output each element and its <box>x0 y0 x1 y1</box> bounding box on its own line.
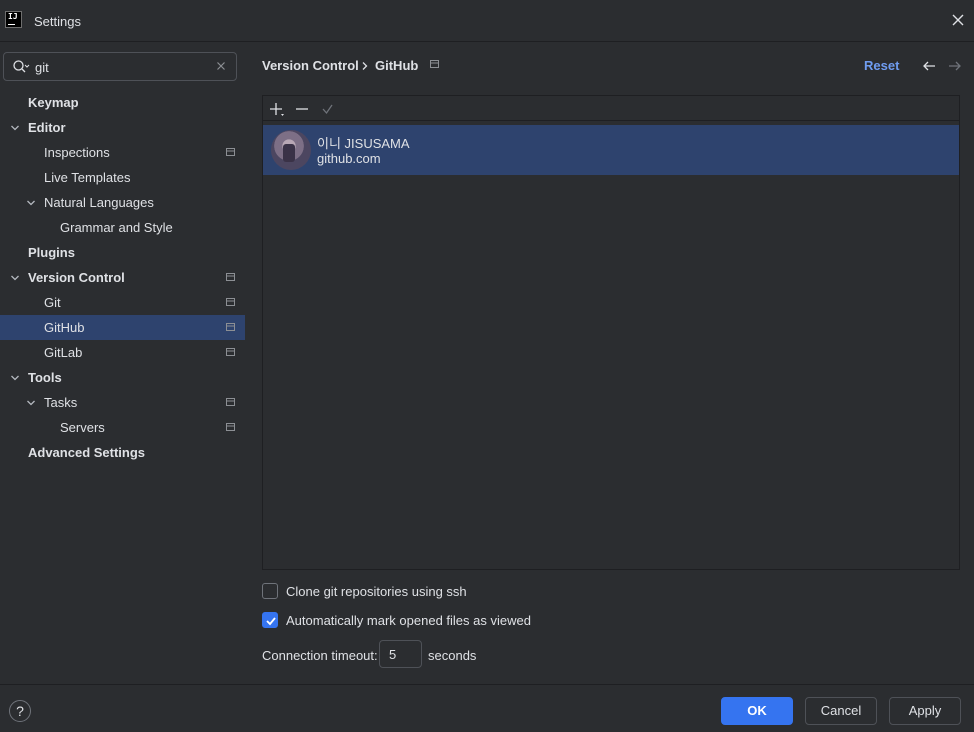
close-icon[interactable] <box>950 12 966 28</box>
help-button[interactable]: ? <box>9 700 31 722</box>
forward-arrow-icon[interactable] <box>948 59 962 73</box>
accounts-panel: 이니 JISUSAMA github.com <box>262 95 960 570</box>
tree-item-label: Tools <box>28 370 62 385</box>
tree-item-editor[interactable]: Editor <box>0 115 245 140</box>
window-title: Settings <box>34 14 81 29</box>
tree-item-label: Live Templates <box>44 170 131 185</box>
tree-item-live-templates[interactable]: Live Templates <box>0 165 245 190</box>
checkmark-icon <box>266 617 276 626</box>
chevron-right-icon <box>362 62 368 70</box>
tree-item-label: Inspections <box>44 145 110 160</box>
auto-mark-label: Automatically mark opened files as viewe… <box>286 613 531 628</box>
timeout-label: Connection timeout: <box>262 648 378 663</box>
project-scope-icon <box>226 298 235 306</box>
settings-tree: Keymap Editor Inspections Live Templates… <box>0 90 246 465</box>
project-scope-icon <box>226 148 235 156</box>
chevron-down-icon[interactable] <box>10 373 20 383</box>
tree-item-gitlab[interactable]: GitLab <box>0 340 245 365</box>
tree-item-label: GitHub <box>44 320 85 335</box>
reset-link[interactable]: Reset <box>864 58 899 73</box>
account-name: 이니 JISUSAMA <box>317 136 410 151</box>
breadcrumb-parent[interactable]: Version Control <box>262 58 359 73</box>
project-scope-icon <box>226 398 235 406</box>
chevron-down-icon[interactable] <box>10 123 20 133</box>
settings-sidebar: Keymap Editor Inspections Live Templates… <box>0 42 246 684</box>
tree-item-label: Keymap <box>28 95 79 110</box>
tree-item-grammar-and-style[interactable]: Grammar and Style <box>0 215 245 240</box>
tree-item-tools[interactable]: Tools <box>0 365 245 390</box>
intellij-logo-icon: IJ <box>5 11 22 28</box>
tree-item-label: Plugins <box>28 245 75 260</box>
back-arrow-icon[interactable] <box>922 59 936 73</box>
search-input[interactable] <box>35 58 205 76</box>
accounts-toolbar <box>263 96 959 121</box>
tree-item-label: Advanced Settings <box>28 445 146 460</box>
clear-search-icon[interactable] <box>216 61 226 71</box>
tree-item-servers[interactable]: Servers <box>0 415 245 440</box>
tree-item-natural-languages[interactable]: Natural Languages <box>0 190 245 215</box>
tree-item-inspections[interactable]: Inspections <box>0 140 245 165</box>
account-server: github.com <box>317 151 381 166</box>
tree-item-advanced-settings[interactable]: Advanced Settings <box>0 440 245 465</box>
project-scope-icon <box>226 323 235 331</box>
title-bar: IJ Settings <box>0 0 974 42</box>
search-field[interactable] <box>3 52 237 81</box>
tree-item-tasks[interactable]: Tasks <box>0 390 245 415</box>
tree-item-github[interactable]: GitHub <box>0 315 245 340</box>
timeout-unit: seconds <box>428 648 477 663</box>
project-scope-icon <box>226 348 235 356</box>
tree-item-git[interactable]: Git <box>0 290 245 315</box>
add-account-icon[interactable] <box>269 101 285 117</box>
tree-item-keymap[interactable]: Keymap <box>0 90 245 115</box>
clone-ssh-checkbox[interactable] <box>262 583 278 599</box>
ok-button[interactable]: OK <box>721 697 793 725</box>
chevron-down-icon[interactable] <box>26 198 36 208</box>
account-row[interactable]: 이니 JISUSAMA github.com <box>263 125 959 175</box>
remove-account-icon[interactable] <box>294 101 310 117</box>
apply-button[interactable]: Apply <box>889 697 961 725</box>
breadcrumb-current: GitHub <box>375 58 419 73</box>
tree-item-plugins[interactable]: Plugins <box>0 240 245 265</box>
chevron-down-icon[interactable] <box>26 398 36 408</box>
tree-item-version-control[interactable]: Version Control <box>0 265 245 290</box>
tree-item-label: Git <box>44 295 61 310</box>
tree-item-label: Servers <box>60 420 105 435</box>
chevron-down-icon[interactable] <box>10 273 20 283</box>
set-default-check-icon[interactable] <box>320 101 336 117</box>
timeout-input[interactable] <box>379 640 422 668</box>
project-scope-icon <box>226 273 235 281</box>
project-scope-icon <box>430 60 439 68</box>
tree-item-label: Tasks <box>44 395 78 410</box>
clone-ssh-label: Clone git repositories using ssh <box>286 584 467 599</box>
account-avatar <box>271 130 311 170</box>
auto-mark-checkbox[interactable] <box>262 612 278 628</box>
cancel-button[interactable]: Cancel <box>805 697 877 725</box>
dialog-footer: ? OK Cancel Apply <box>0 684 974 732</box>
tree-item-label: Natural Languages <box>44 195 154 210</box>
tree-item-label: Grammar and Style <box>60 220 173 235</box>
tree-item-label: GitLab <box>44 345 83 360</box>
project-scope-icon <box>226 423 235 431</box>
search-icon <box>13 60 30 73</box>
tree-item-label: Editor <box>28 120 66 135</box>
tree-item-label: Version Control <box>28 270 125 285</box>
